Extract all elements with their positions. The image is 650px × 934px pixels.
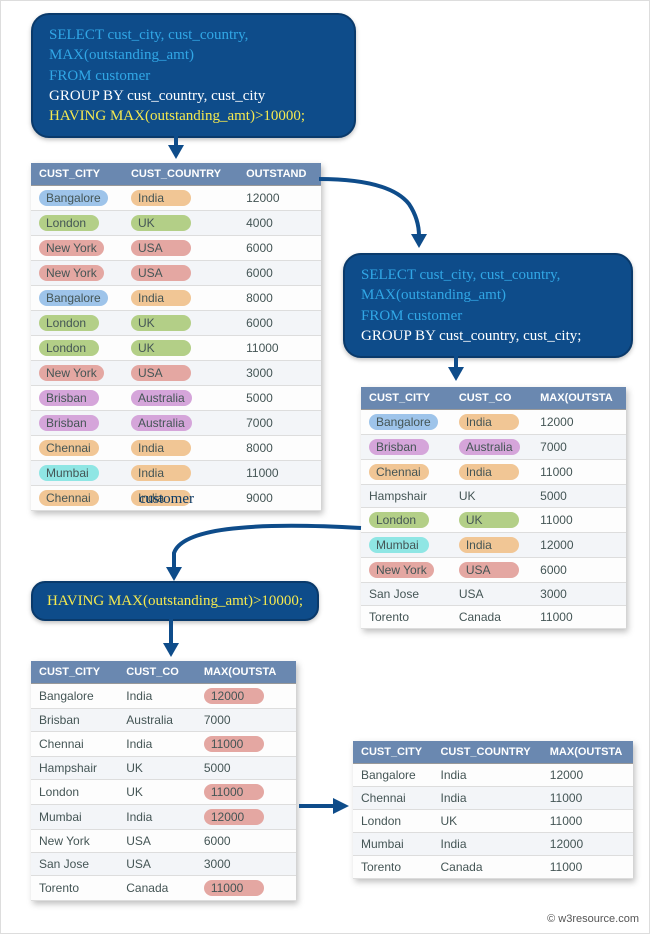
table-row: New YorkUSA3000 (31, 361, 321, 386)
table-row: New YorkUSA6000 (31, 261, 321, 286)
col-header: CUST_CITY (31, 163, 123, 186)
table-row: BangaloreIndia12000 (31, 684, 296, 709)
table-row: BangaloreIndia12000 (31, 186, 321, 211)
table-caption: customer (139, 491, 194, 508)
table-row: TorentoCanada11000 (31, 876, 296, 901)
sql-line: SELECT cust_city, cust_country, (361, 267, 560, 283)
table-row: LondonUK11000 (353, 810, 633, 833)
table-groupby: CUST_CITY CUST_CO MAX(OUTSTA BangaloreIn… (361, 387, 626, 629)
arrow-right-icon (319, 174, 429, 254)
table-row: LondonUK4000 (31, 211, 321, 236)
table-row: BrisbanAustralia7000 (361, 435, 626, 460)
table-customer: CUST_CITY CUST_COUNTRY OUTSTAND Bangalor… (31, 163, 321, 511)
sql-box-3: HAVING MAX(outstanding_amt)>10000; (31, 581, 319, 621)
table-row: HampshairUK5000 (361, 485, 626, 508)
sql-box-1: SELECT cust_city, cust_country, MAX(outs… (31, 13, 356, 138)
col-header: MAX(OUTSTA (532, 387, 626, 410)
table-row: BangaloreIndia12000 (353, 764, 633, 787)
table-row: MumbaiIndia12000 (361, 533, 626, 558)
sql-line: HAVING MAX(outstanding_amt)>10000; (49, 108, 305, 124)
table-row: LondonUK11000 (31, 780, 296, 805)
col-header: CUST_COUNTRY (432, 741, 541, 764)
col-header: MAX(OUTSTA (196, 661, 296, 684)
table-row: MumbaiIndia11000 (31, 461, 321, 486)
sql-line: FROM customer (361, 308, 462, 324)
sql-line: GROUP BY cust_country, cust_city; (361, 328, 581, 344)
table-row: BrisbanAustralia7000 (31, 411, 321, 436)
table-row: LondonUK11000 (361, 508, 626, 533)
sql-line: MAX(outstanding_amt) (361, 287, 506, 303)
table-row: ChennaiIndia11000 (361, 460, 626, 485)
table-final: CUST_CITY CUST_COUNTRY MAX(OUTSTA Bangal… (353, 741, 633, 879)
sql-line: HAVING MAX(outstanding_amt)>10000; (47, 593, 303, 609)
table-row: TorentoCanada11000 (361, 606, 626, 629)
sql-line: GROUP BY cust_country, cust_city (49, 88, 265, 104)
credit-text: © w3resource.com (547, 913, 639, 925)
table-row: BrisbanAustralia5000 (31, 386, 321, 411)
table-row: New YorkUSA6000 (31, 236, 321, 261)
arrow-right-icon (299, 791, 351, 821)
table-row: BangaloreIndia12000 (361, 410, 626, 435)
col-header: CUST_CO (118, 661, 196, 684)
col-header: OUTSTAND (238, 163, 321, 186)
col-header: CUST_CITY (31, 661, 118, 684)
table-row: HampshairUK5000 (31, 757, 296, 780)
table-having: CUST_CITY CUST_CO MAX(OUTSTA BangaloreIn… (31, 661, 296, 901)
sql-line: SELECT cust_city, cust_country, (49, 27, 248, 43)
arrow-down-icon (156, 619, 186, 659)
table-row: ChennaiIndia8000 (31, 436, 321, 461)
table-row: BangaloreIndia8000 (31, 286, 321, 311)
table-row: MumbaiIndia12000 (353, 833, 633, 856)
col-header: CUST_CO (451, 387, 532, 410)
sql-box-2: SELECT cust_city, cust_country, MAX(outs… (343, 253, 633, 358)
sql-line: MAX(outstanding_amt) (49, 47, 194, 63)
table-row: San JoseUSA3000 (361, 583, 626, 606)
table-row: MumbaiIndia12000 (31, 805, 296, 830)
table-row: BrisbanAustralia7000 (31, 709, 296, 732)
table-row: LondonUK6000 (31, 311, 321, 336)
table-row: New YorkUSA6000 (361, 558, 626, 583)
table-row: New YorkUSA6000 (31, 830, 296, 853)
table-row: TorentoCanada11000 (353, 856, 633, 879)
col-header: MAX(OUTSTA (542, 741, 633, 764)
col-header: CUST_CITY (361, 387, 451, 410)
col-header: CUST_CITY (353, 741, 432, 764)
sql-line: FROM customer (49, 68, 150, 84)
col-header: CUST_COUNTRY (123, 163, 238, 186)
table-row: San JoseUSA3000 (31, 853, 296, 876)
table-row: ChennaiIndia11000 (31, 732, 296, 757)
table-row: ChennaiIndia11000 (353, 787, 633, 810)
table-row: LondonUK11000 (31, 336, 321, 361)
